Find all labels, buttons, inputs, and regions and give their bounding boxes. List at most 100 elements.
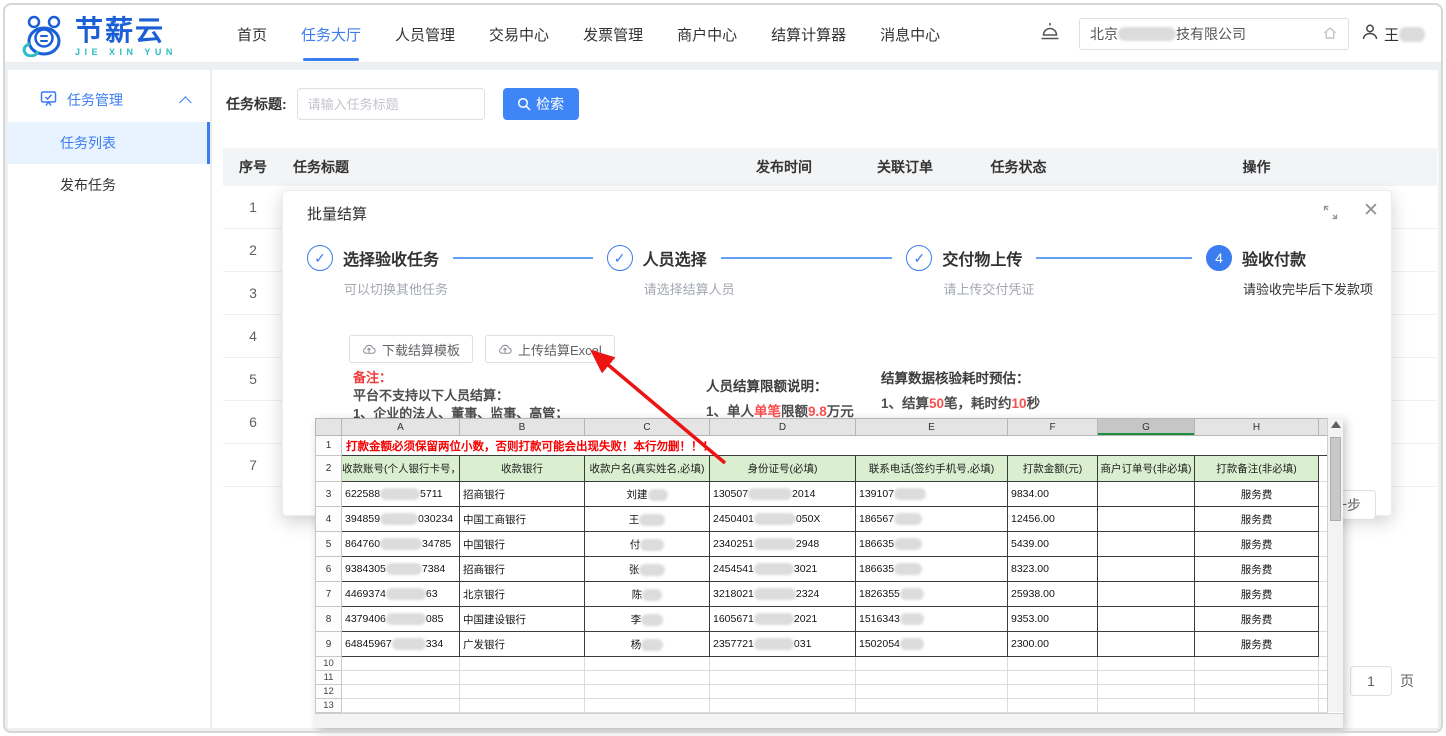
excel-cell — [1195, 685, 1319, 699]
col-header-actions: 操作 — [1076, 157, 1437, 177]
excel-cell: 招商银行 — [460, 557, 585, 582]
excel-cell — [856, 671, 1008, 685]
excel-vertical-scrollbar[interactable] — [1327, 418, 1343, 712]
nav-item-personnel[interactable]: 人员管理 — [395, 24, 455, 45]
verify-title: 结算数据核验耗时预估： — [881, 367, 1040, 387]
excel-cell: 9834.00 — [1008, 482, 1098, 507]
limit-notes: 人员结算限额说明： 1、单人单笔限额9.8万元 — [706, 375, 854, 420]
verify-line: 1、结算50笔，耗时约10秒 — [881, 392, 1040, 412]
no-support-title: 平台不支持以下人员结算： — [353, 387, 568, 404]
remark-notes: 备注： 平台不支持以下人员结算： 1、企业的法人、董事、监事、高管； — [353, 369, 568, 422]
excel-cell: 4379406085 — [342, 607, 460, 632]
search-button[interactable]: 检索 — [503, 88, 579, 120]
row-number: 1 — [223, 199, 283, 215]
scrollbar-thumb[interactable] — [1330, 437, 1341, 521]
excel-row-number: 7 — [316, 582, 342, 607]
excel-column-letter: H — [1195, 419, 1319, 436]
excel-cell — [1098, 482, 1195, 507]
sidebar-group-task-management[interactable]: 任务管理 — [8, 78, 210, 122]
excel-cell: 64845967334 — [342, 632, 460, 657]
cloud-download-icon — [362, 343, 376, 356]
excel-cell: 86476034785 — [342, 532, 460, 557]
main-nav: 首页 任务大厅 人员管理 交易中心 发票管理 商户中心 结算计算器 消息中心 — [237, 5, 940, 63]
excel-cell — [342, 671, 460, 685]
excel-cell — [1098, 607, 1195, 632]
excel-cell — [710, 699, 856, 713]
excel-cell: 2450401050X — [710, 507, 856, 532]
scroll-up-arrow-icon[interactable] — [1331, 421, 1341, 428]
step-connector — [721, 257, 893, 259]
excel-cell: 广发银行 — [460, 632, 585, 657]
excel-cell: 服务费 — [1195, 532, 1319, 557]
template-buttons: 下载结算模板 上传结算Excel — [349, 335, 615, 363]
excel-cell — [1098, 532, 1195, 557]
user-name-censored — [1399, 27, 1425, 42]
task-title-input[interactable] — [297, 88, 485, 120]
excel-row: 693843057384招商银行张245454130211866358323.0… — [316, 557, 1328, 582]
user-menu[interactable]: 王 — [1361, 23, 1425, 45]
company-selector[interactable]: 北京 技有限公司 — [1079, 18, 1349, 50]
excel-row-number: 4 — [316, 507, 342, 532]
excel-header-cell: 打款金额(元) — [1008, 456, 1098, 482]
download-template-button[interactable]: 下载结算模板 — [349, 335, 473, 363]
nav-item-settlement-calculator[interactable]: 结算计算器 — [771, 24, 846, 45]
excel-cell — [342, 685, 460, 699]
app-window: 节薪云 JIE XIN YUN 首页 任务大厅 人员管理 交易中心 发票管理 商… — [0, 0, 1446, 736]
col-header-title: 任务标题 — [283, 157, 719, 177]
upload-excel-button[interactable]: 上传结算Excel — [485, 335, 615, 363]
stepper: ✓ 选择验收任务 可以切换其他任务 ✓ 人员选择 请选择结算人员 ✓ 交付物上传 — [307, 245, 1373, 298]
row-number: 4 — [223, 328, 283, 344]
excel-cell: 23402512948 — [710, 532, 856, 557]
excel-cell — [460, 699, 585, 713]
brand-subtitle: JIE XIN YUN — [75, 47, 177, 57]
excel-row-number: 2 — [316, 456, 342, 482]
excel-warning-text: 打款金额必须保留两位小数，否则打款可能会出现失败！本行勿删！！！ — [342, 436, 1328, 456]
company-name-censored — [1118, 27, 1176, 41]
task-table-header: 序号 任务标题 发布时间 关联订单 任务状态 操作 — [223, 148, 1437, 186]
row-number: 6 — [223, 414, 283, 430]
step-check-icon: ✓ — [607, 245, 633, 271]
excel-cell: 中国建设银行 — [460, 607, 585, 632]
excel-cell: 1305072014 — [710, 482, 856, 507]
excel-header-cell: 身份证号(必填) — [710, 456, 856, 482]
nav-item-home[interactable]: 首页 — [237, 24, 267, 45]
excel-row-number: 6 — [316, 557, 342, 582]
excel-cell: 1516343 — [856, 607, 1008, 632]
excel-cell: 张 — [585, 557, 710, 582]
sidebar-item-task-list[interactable]: 任务列表 — [8, 122, 210, 164]
page-unit-label: 页 — [1400, 671, 1414, 691]
excel-cell: 6225885711 — [342, 482, 460, 507]
nav-item-trade-center[interactable]: 交易中心 — [489, 24, 549, 45]
step-check-icon: ✓ — [906, 245, 932, 271]
step-select-personnel: ✓ 人员选择 请选择结算人员 — [607, 245, 907, 298]
excel-cell: 服务费 — [1195, 557, 1319, 582]
nav-item-message-center[interactable]: 消息中心 — [880, 24, 940, 45]
nav-item-invoice[interactable]: 发票管理 — [583, 24, 643, 45]
excel-row-number: 9 — [316, 632, 342, 657]
fullscreen-icon[interactable] — [1323, 205, 1338, 225]
excel-cell: 446937463 — [342, 582, 460, 607]
excel-cell — [1098, 685, 1195, 699]
col-header-task-status: 任务状态 — [961, 157, 1076, 177]
excel-row-number: 11 — [316, 671, 342, 685]
excel-cell — [460, 671, 585, 685]
excel-cell — [1098, 632, 1195, 657]
excel-header-cell: 打款备注(非必填) — [1195, 456, 1319, 482]
page-number-input[interactable] — [1350, 666, 1392, 696]
close-icon[interactable]: ✕ — [1363, 199, 1379, 222]
excel-horizontal-scrollbar[interactable] — [315, 713, 1343, 728]
excel-cell: 186567 — [856, 507, 1008, 532]
nav-item-merchant-center[interactable]: 商户中心 — [677, 24, 737, 45]
col-header-index: 序号 — [223, 157, 283, 177]
limit-line: 1、单人单笔限额9.8万元 — [706, 400, 854, 420]
notification-bell-icon[interactable] — [1039, 20, 1061, 49]
excel-cell: 9353.00 — [1008, 607, 1098, 632]
sidebar-item-publish-task[interactable]: 发布任务 — [8, 164, 210, 206]
excel-cell — [585, 657, 710, 671]
excel-cell — [1098, 557, 1195, 582]
excel-cell: 刘建 — [585, 482, 710, 507]
brand-logo[interactable]: 节薪云 JIE XIN YUN — [21, 11, 177, 62]
excel-cell: 服务费 — [1195, 632, 1319, 657]
nav-item-task-hall[interactable]: 任务大厅 — [301, 24, 361, 45]
excel-cell: 王 — [585, 507, 710, 532]
